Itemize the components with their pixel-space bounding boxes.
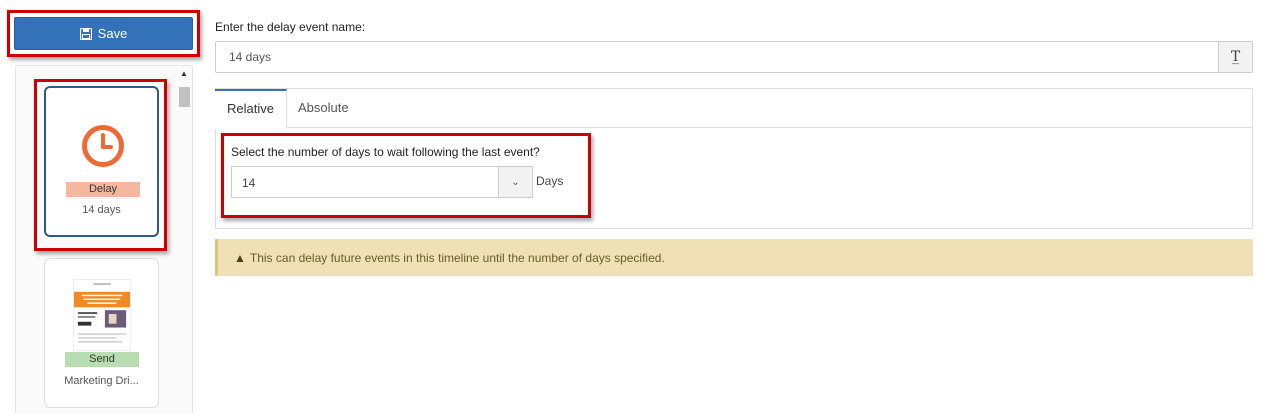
timeline-item-delay[interactable]: Delay 14 days [44,86,159,237]
days-question-label: Select the number of days to wait follow… [231,145,540,159]
save-button[interactable]: Save [14,17,193,50]
event-name-label: Enter the delay event name: [215,20,366,34]
alert-text: This can delay future events in this tim… [249,250,665,265]
item-subtitle: Marketing Dri... [64,375,139,387]
scroll-thumb[interactable] [179,87,190,107]
days-unit-label: Days [536,174,564,188]
sidebar-scrollbar[interactable]: ▲ [176,65,193,413]
email-thumbnail [73,279,131,351]
warning-icon: ▲ [234,250,246,265]
scroll-up-arrow-icon[interactable]: ▲ [180,69,188,78]
save-button-label: Save [97,26,128,41]
tab-bar: Relative Absolute [215,89,1252,129]
item-type-tag: Delay [66,182,140,197]
tab-absolute[interactable]: Absolute [286,89,361,128]
save-highlight: Save [7,10,200,57]
warning-alert: ▲ This can delay future events in this t… [215,239,1253,276]
floppy-disk-icon [79,27,92,40]
event-name-field[interactable]: T̲ [215,41,1253,73]
tab-relative[interactable]: Relative [215,89,287,129]
text-format-icon[interactable]: T̲ [1218,42,1252,72]
days-select-value: 14 [242,176,256,190]
event-name-input[interactable] [216,42,1218,72]
item-type-tag: Send [65,352,139,367]
timeline-item-send[interactable]: Send Marketing Dri... [44,258,159,408]
days-select[interactable]: 14 ⌄ [231,166,533,198]
item-subtitle: 14 days [82,204,121,216]
chevron-down-icon[interactable]: ⌄ [498,167,532,197]
clock-icon [82,125,124,167]
